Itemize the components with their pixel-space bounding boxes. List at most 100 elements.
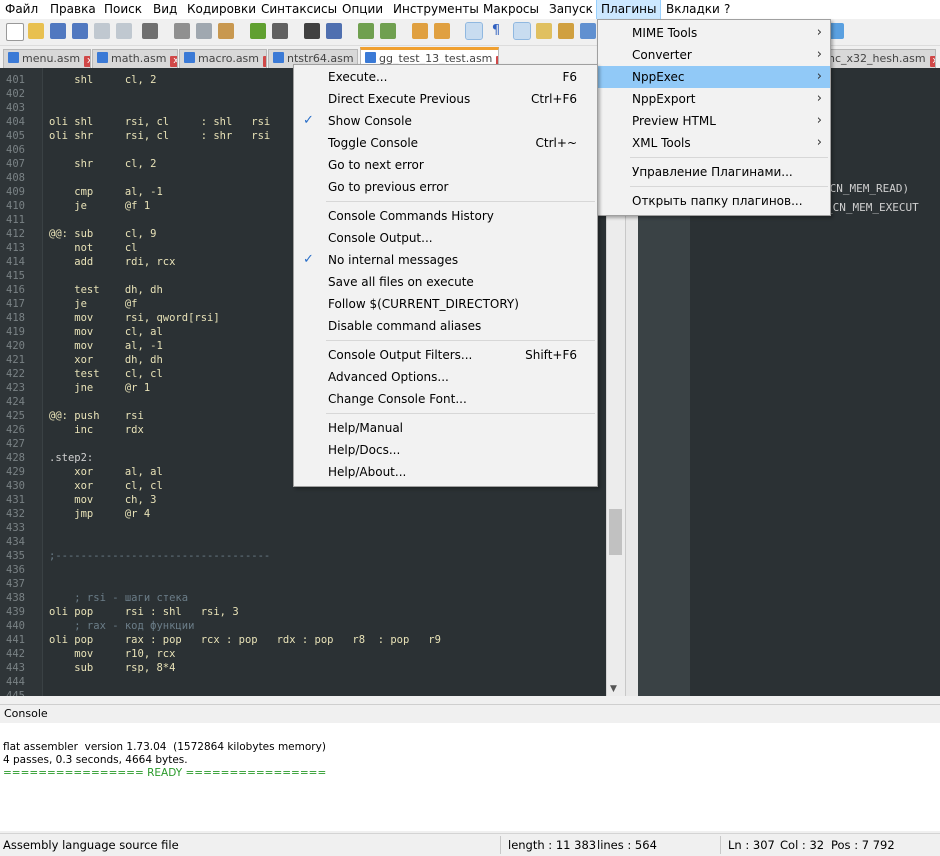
redo-icon[interactable] (272, 23, 288, 39)
sync-scroll-icon[interactable] (412, 23, 428, 39)
menu-view[interactable]: Вид (153, 0, 177, 19)
menu-tools[interactable]: Инструменты (393, 0, 479, 19)
menu-search[interactable]: Поиск (104, 0, 142, 19)
menu-syntax[interactable]: Синтаксисы (261, 0, 337, 19)
menu-item-advanced-options[interactable]: Advanced Options... (294, 366, 597, 388)
find-icon[interactable] (304, 23, 320, 39)
menu-item-toggle-console[interactable]: Toggle ConsoleCtrl+~ (294, 132, 597, 154)
status-lines: lines : 564 (597, 838, 657, 852)
save-all-icon[interactable] (72, 23, 88, 39)
undo-icon[interactable] (250, 23, 266, 39)
file-icon (97, 52, 108, 63)
menu-item-nppexport[interactable]: NppExport› (598, 88, 830, 110)
close-icon[interactable] (94, 23, 110, 39)
menu-run[interactable]: Запуск (549, 0, 593, 19)
tab-close-icon[interactable]: x (930, 56, 936, 67)
menu-item-preview-html[interactable]: Preview HTML› (598, 110, 830, 132)
menu-item-save-all-files[interactable]: Save all files on execute (294, 271, 597, 293)
code-line: not cl (49, 242, 138, 254)
menu-item-no-internal-messages[interactable]: ✓No internal messages (294, 249, 597, 271)
menu-item-help-about[interactable]: Help/About... (294, 461, 597, 483)
tab-menu-asm[interactable]: menu.asmx (3, 49, 91, 68)
tab-close-icon[interactable]: x (263, 56, 267, 67)
menu-item-open-plugins-folder[interactable]: Открыть папку плагинов... (598, 190, 830, 212)
cut-icon[interactable] (174, 23, 190, 39)
line-number: 412 (6, 228, 25, 240)
chevron-right-icon: › (817, 88, 822, 110)
tab-close-icon[interactable]: x (170, 56, 178, 67)
menu-item-console-output[interactable]: Console Output... (294, 227, 597, 249)
print-icon[interactable] (142, 23, 158, 39)
code-line: oli shl rsi, cl : shl rsi (49, 116, 270, 128)
open-file-icon[interactable] (28, 23, 44, 39)
scrollbar-thumb[interactable] (609, 509, 622, 555)
save-icon[interactable] (50, 23, 66, 39)
menu-item-show-console[interactable]: ✓Show Console (294, 110, 597, 132)
line-number: 402 (6, 88, 25, 100)
close-all-icon[interactable] (116, 23, 132, 39)
tab-math-asm[interactable]: math.asmx (92, 49, 178, 68)
menu-encoding[interactable]: Кодировки (187, 0, 256, 19)
zoom-out-icon[interactable] (380, 23, 396, 39)
code-line: jmp @r 4 (49, 508, 150, 520)
menu-item-follow-current-directory[interactable]: Follow $(CURRENT_DIRECTORY) (294, 293, 597, 315)
indent-guide-icon[interactable] (514, 23, 530, 39)
menu-macros[interactable]: Макросы (483, 0, 539, 19)
line-number: 437 (6, 578, 25, 590)
menu-item-execute[interactable]: Execute...F6 (294, 66, 597, 88)
menu-item-help-docs[interactable]: Help/Docs... (294, 439, 597, 461)
menu-options[interactable]: Опции (342, 0, 383, 19)
code-line: jne @r 1 (49, 382, 150, 394)
line-number: 441 (6, 634, 25, 646)
zoom-in-icon[interactable] (358, 23, 374, 39)
copy-icon[interactable] (196, 23, 212, 39)
menu-item-direct-execute-previous[interactable]: Direct Execute PreviousCtrl+F6 (294, 88, 597, 110)
menu-item-nppexec[interactable]: NppExec› (598, 66, 830, 88)
file-icon (365, 52, 376, 63)
tab-macro-asm[interactable]: macro.asmx (179, 49, 267, 68)
menu-item-disable-command-aliases[interactable]: Disable command aliases (294, 315, 597, 337)
tab-close-icon[interactable]: x (84, 56, 91, 67)
function-list-icon[interactable] (558, 23, 574, 39)
line-number: 429 (6, 466, 25, 478)
sync-horizontal-icon[interactable] (434, 23, 450, 39)
show-all-chars-icon[interactable]: ¶ (488, 23, 504, 39)
line-number: 414 (6, 256, 25, 268)
menu-help[interactable]: ? (724, 0, 730, 19)
menu-separator (326, 201, 595, 202)
scroll-down-icon[interactable]: ▼ (610, 684, 617, 694)
code-fragment: SCN_MEM_READ) (823, 182, 909, 195)
menu-item-next-error[interactable]: Go to next error (294, 154, 597, 176)
line-number: 426 (6, 424, 25, 436)
menu-item-console-output-filters[interactable]: Console Output Filters...Shift+F6 (294, 344, 597, 366)
menu-item-change-console-font[interactable]: Change Console Font... (294, 388, 597, 410)
menu-item-converter[interactable]: Converter› (598, 44, 830, 66)
replace-icon[interactable] (326, 23, 342, 39)
word-wrap-icon[interactable] (466, 23, 482, 39)
menu-plugins[interactable]: Плагины (596, 0, 661, 20)
menu-item-previous-error[interactable]: Go to previous error (294, 176, 597, 198)
line-number: 443 (6, 662, 25, 674)
folder-workspace-icon[interactable] (580, 23, 596, 39)
menu-item-mime-tools[interactable]: MIME Tools› (598, 22, 830, 44)
code-line: mov rsi, qword[rsi] (49, 312, 220, 324)
status-line-number: Ln : 307 (728, 838, 775, 852)
code-line: .step2: (49, 452, 93, 464)
menu-item-help-manual[interactable]: Help/Manual (294, 417, 597, 439)
menu-item-plugin-manager[interactable]: Управление Плагинами... (598, 161, 830, 183)
doc-map-icon[interactable] (536, 23, 552, 39)
tab-unc-x32-hesh-asm[interactable]: unc_x32_hesh.asmx (820, 49, 936, 68)
chevron-right-icon: › (817, 66, 822, 88)
menu-edit[interactable]: Правка (50, 0, 96, 19)
menu-separator (326, 413, 595, 414)
menu-file[interactable]: Файл (5, 0, 38, 19)
console-output[interactable]: flat assembler version 1.73.04 (1572864 … (0, 723, 940, 831)
menu-item-xml-tools[interactable]: XML Tools› (598, 132, 830, 154)
paste-icon[interactable] (218, 23, 234, 39)
code-line: mov cl, al (49, 326, 163, 338)
line-number: 413 (6, 242, 25, 254)
menu-tabs[interactable]: Вкладки (666, 0, 720, 19)
menu-item-console-commands-history[interactable]: Console Commands History (294, 205, 597, 227)
new-file-icon[interactable] (6, 23, 24, 41)
line-number: 442 (6, 648, 25, 660)
